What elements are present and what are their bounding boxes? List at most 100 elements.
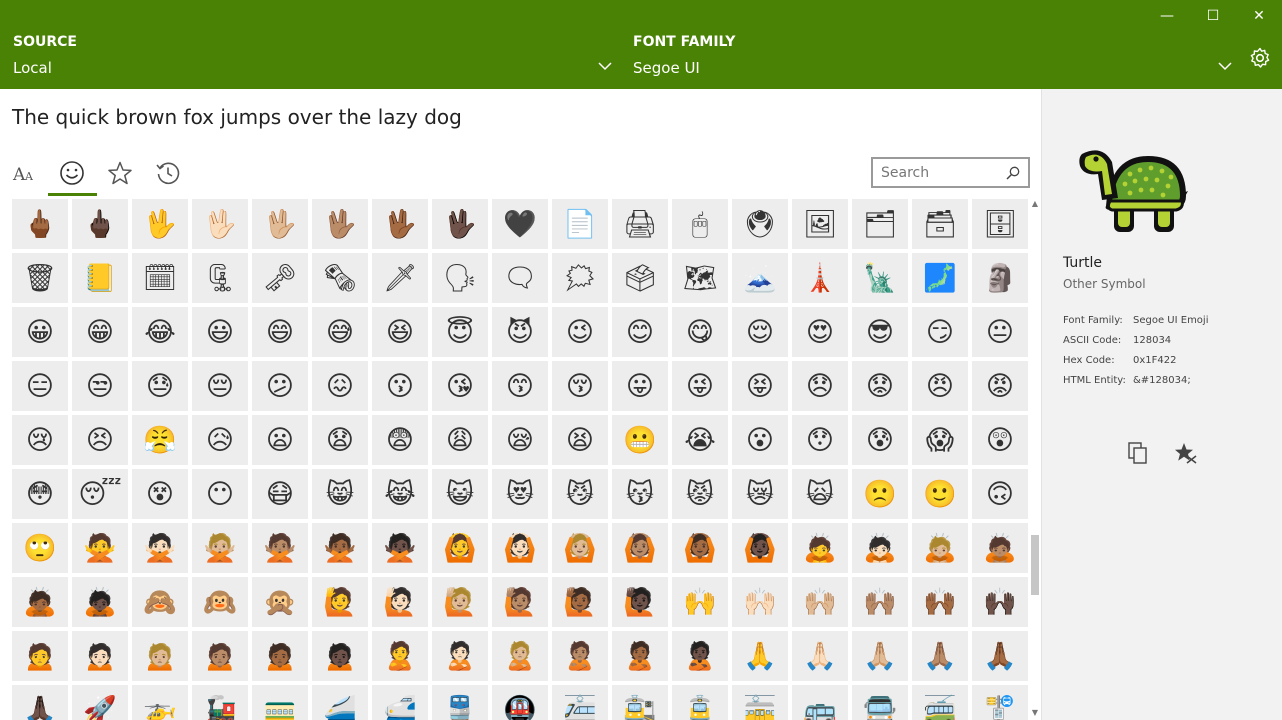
emoji-cell[interactable]: 😧 (312, 415, 368, 465)
emoji-cell[interactable]: 🙍🏿 (312, 631, 368, 681)
emoji-cell[interactable]: 🖼 (792, 199, 848, 249)
emoji-cell[interactable]: 🙎🏾 (612, 631, 668, 681)
emoji-cell[interactable]: 🖤 (492, 199, 548, 249)
emoji-cell[interactable]: 😃 (192, 307, 248, 357)
emoji-cell[interactable]: 😉 (552, 307, 608, 357)
emoji-cell[interactable]: 🖕🏿 (72, 199, 128, 249)
emoji-cell[interactable]: 🚇 (492, 685, 548, 720)
emoji-cell[interactable]: 😙 (492, 361, 548, 411)
emoji-cell[interactable]: 😔 (192, 361, 248, 411)
emoji-cell[interactable]: 📒 (72, 253, 128, 303)
emoji-cell[interactable]: 🗼 (792, 253, 848, 303)
emoji-cell[interactable]: 🗨 (492, 253, 548, 303)
emoji-cell[interactable]: 😻 (492, 469, 548, 519)
emoji-cell[interactable]: 🙍 (12, 631, 68, 681)
emoji-cell[interactable]: 😬 (612, 415, 668, 465)
property-value[interactable]: Segoe UI Emoji (1133, 315, 1208, 326)
emoji-cell[interactable]: 🙅🏿 (372, 523, 428, 573)
emoji-cell[interactable]: 😌 (732, 307, 788, 357)
emoji-cell[interactable]: 😷 (252, 469, 308, 519)
emoji-cell[interactable]: 🗞 (312, 253, 368, 303)
emoji-cell[interactable]: 🖖🏽 (312, 199, 368, 249)
emoji-cell[interactable]: 🙅 (72, 523, 128, 573)
emoji-cell[interactable]: 🚊 (672, 685, 728, 720)
emoji-cell[interactable]: 🙎🏻 (432, 631, 488, 681)
emoji-cell[interactable]: 😍 (792, 307, 848, 357)
emoji-cell[interactable]: 😤 (132, 415, 188, 465)
source-chevron-down-icon[interactable] (597, 58, 613, 74)
emoji-cell[interactable]: 🗃 (912, 199, 968, 249)
emoji-cell[interactable]: 😞 (792, 361, 848, 411)
emoji-cell[interactable]: 😡 (972, 361, 1028, 411)
emoji-cell[interactable]: 🙀 (792, 469, 848, 519)
emoji-cell[interactable]: 😿 (732, 469, 788, 519)
emoji-cell[interactable]: 😨 (372, 415, 428, 465)
emoji-cell[interactable]: 😒 (72, 361, 128, 411)
emoji-cell[interactable]: 😋 (672, 307, 728, 357)
tab-emoji[interactable] (48, 149, 96, 197)
emoji-cell[interactable]: 🗑 (12, 253, 68, 303)
emoji-cell[interactable]: 🙎🏼 (492, 631, 548, 681)
emoji-cell[interactable]: 🙁 (852, 469, 908, 519)
emoji-cell[interactable]: 🗿 (972, 253, 1028, 303)
emoji-cell[interactable]: 🙄 (12, 523, 68, 573)
emoji-cell[interactable]: 😳 (12, 469, 68, 519)
emoji-cell[interactable]: 😎 (852, 307, 908, 357)
emoji-cell[interactable]: 🙋🏾 (552, 577, 608, 627)
minimize-button[interactable]: — (1144, 0, 1190, 32)
emoji-cell[interactable]: 😛 (612, 361, 668, 411)
emoji-cell[interactable]: 🗓 (132, 253, 188, 303)
emoji-cell[interactable]: 🙏🏽 (912, 631, 968, 681)
emoji-cell[interactable]: 🚍 (852, 685, 908, 720)
emoji-cell[interactable]: 🙏🏾 (972, 631, 1028, 681)
emoji-cell[interactable]: 🙏🏻 (792, 631, 848, 681)
emoji-cell[interactable]: 🙋🏻 (372, 577, 428, 627)
emoji-cell[interactable]: 🖖🏻 (192, 199, 248, 249)
emoji-cell[interactable]: 🚋 (732, 685, 788, 720)
emoji-cell[interactable]: 😶 (192, 469, 248, 519)
emoji-cell[interactable]: 😺 (432, 469, 488, 519)
emoji-cell[interactable]: 🖖 (132, 199, 188, 249)
emoji-cell[interactable]: 🗻 (732, 253, 788, 303)
emoji-cell[interactable]: 😕 (252, 361, 308, 411)
emoji-cell[interactable]: 😖 (312, 361, 368, 411)
emoji-cell[interactable]: 🙇🏾 (12, 577, 68, 627)
emoji-cell[interactable]: 🚈 (552, 685, 608, 720)
emoji-cell[interactable]: 🙌🏻 (732, 577, 788, 627)
emoji-cell[interactable]: 😑 (12, 361, 68, 411)
emoji-cell[interactable]: 🙇🏿 (72, 577, 128, 627)
emoji-cell[interactable]: 🗝 (252, 253, 308, 303)
emoji-cell[interactable]: 😢 (12, 415, 68, 465)
emoji-cell[interactable]: 🙍🏽 (192, 631, 248, 681)
tab-characters[interactable]: A A (0, 149, 48, 197)
scroll-up-arrow-icon[interactable]: ▲ (1029, 199, 1041, 209)
emoji-cell[interactable]: 🚎 (912, 685, 968, 720)
emoji-cell[interactable]: 😐 (972, 307, 1028, 357)
emoji-cell[interactable]: 😲 (972, 415, 1028, 465)
emoji-cell[interactable]: 🙇🏻 (852, 523, 908, 573)
emoji-cell[interactable]: 🙆 (432, 523, 488, 573)
emoji-cell[interactable]: 🙆🏾 (672, 523, 728, 573)
emoji-cell[interactable]: 🙅🏼 (192, 523, 248, 573)
emoji-cell[interactable]: 🙋🏼 (432, 577, 488, 627)
emoji-cell[interactable]: 😚 (552, 361, 608, 411)
emoji-cell[interactable]: 😟 (852, 361, 908, 411)
emoji-cell[interactable]: 🙍🏼 (132, 631, 188, 681)
emoji-cell[interactable]: 😾 (672, 469, 728, 519)
emoji-cell[interactable]: 🗺 (672, 253, 728, 303)
emoji-cell[interactable]: 🙆🏿 (732, 523, 788, 573)
emoji-cell[interactable]: 😪 (492, 415, 548, 465)
emoji-cell[interactable]: 😊 (612, 307, 668, 357)
copy-icon[interactable] (1126, 441, 1150, 465)
emoji-cell[interactable]: 🖖🏾 (372, 199, 428, 249)
emoji-cell[interactable]: 🖲 (732, 199, 788, 249)
emoji-cell[interactable]: 😽 (612, 469, 668, 519)
emoji-cell[interactable]: 🙋 (312, 577, 368, 627)
emoji-cell[interactable]: 🙃 (972, 469, 1028, 519)
emoji-cell[interactable]: 😀 (12, 307, 68, 357)
emoji-cell[interactable]: 😅 (312, 307, 368, 357)
emoji-cell[interactable]: 🖖🏿 (432, 199, 488, 249)
emoji-cell[interactable]: 😏 (912, 307, 968, 357)
sample-text[interactable]: The quick brown fox jumps over the lazy … (12, 105, 462, 129)
emoji-cell[interactable]: 😭 (672, 415, 728, 465)
